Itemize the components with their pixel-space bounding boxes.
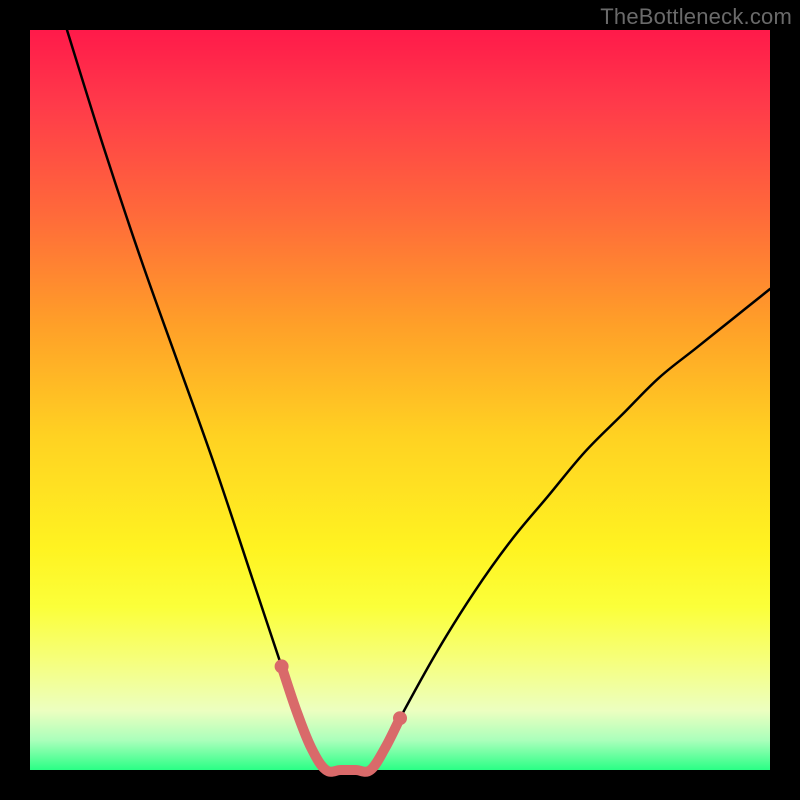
bottleneck-curve [67, 30, 770, 772]
watermark-text: TheBottleneck.com [600, 4, 792, 30]
marker-end-dot [393, 711, 407, 725]
curve-svg [30, 30, 770, 770]
optimal-range-marker [282, 666, 400, 771]
marker-end-dot [275, 659, 289, 673]
plot-area [30, 30, 770, 770]
chart-frame: TheBottleneck.com [0, 0, 800, 800]
